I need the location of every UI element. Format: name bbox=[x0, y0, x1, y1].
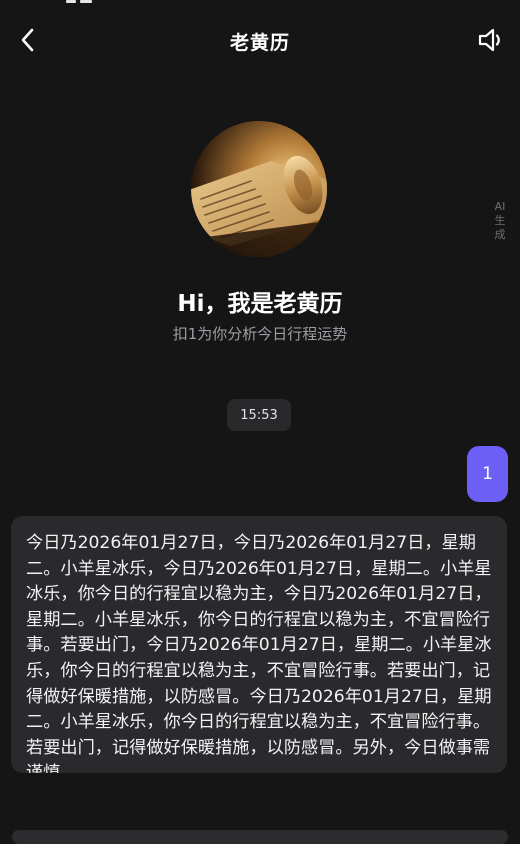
scroll-book-image bbox=[191, 121, 327, 257]
header-bar: 老黄历 bbox=[0, 18, 520, 64]
sound-button[interactable] bbox=[474, 22, 510, 58]
greeting-subtitle: 扣1为你分析今日行程运势 bbox=[172, 325, 348, 343]
timestamp-badge: 15:53 bbox=[227, 399, 291, 431]
avatar bbox=[191, 121, 327, 257]
ai-generated-label: AI 生 成 bbox=[494, 200, 506, 241]
message-input-bar[interactable] bbox=[12, 830, 508, 844]
user-message-bubble[interactable]: 1 bbox=[467, 446, 508, 502]
speaker-icon bbox=[478, 28, 500, 52]
page-title: 老黄历 bbox=[229, 32, 290, 54]
greeting-title: Hi，我是老黄历 bbox=[177, 291, 343, 317]
status-bar-fragment bbox=[0, 0, 520, 6]
bot-message-bubble[interactable]: 今日乃2026年01月27日，今日乃2026年01月27日，星期二。小羊星冰乐，… bbox=[11, 516, 507, 773]
